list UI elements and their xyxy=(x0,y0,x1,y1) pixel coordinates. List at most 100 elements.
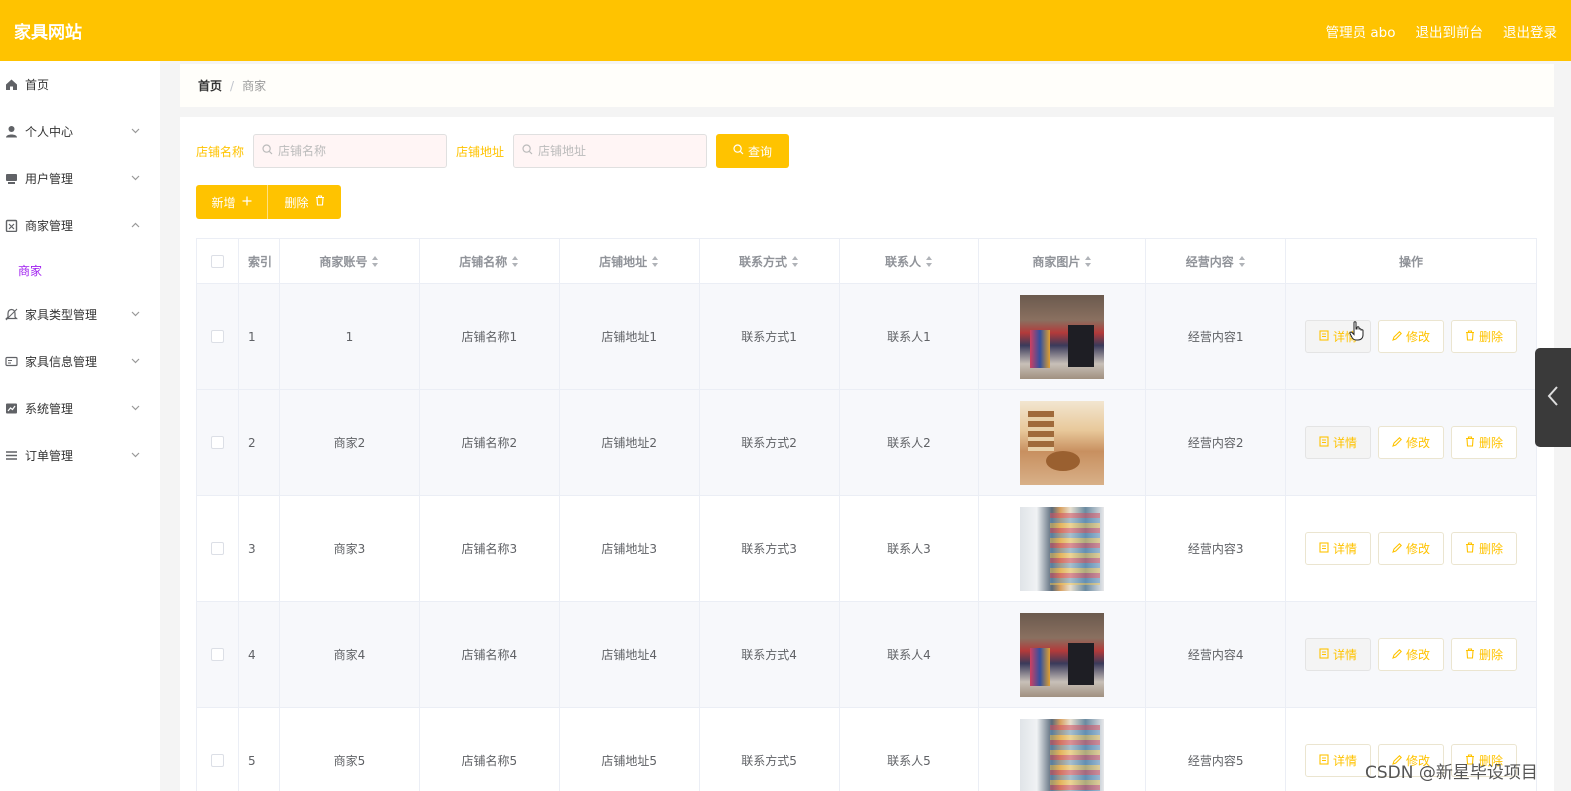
delete-button[interactable]: 删除 xyxy=(1451,638,1518,671)
add-button[interactable]: 新增 xyxy=(196,185,268,219)
merchant-image[interactable] xyxy=(1020,294,1105,379)
column-header[interactable]: 商家账号 xyxy=(280,239,420,283)
detail-button[interactable]: 详情 xyxy=(1305,532,1372,565)
delete-button-label: 删除 xyxy=(1479,542,1504,556)
cell-business: 经营内容2 xyxy=(1146,390,1287,495)
shop-name-field[interactable] xyxy=(253,134,448,168)
sidebar: 首页 个人中心 用户管理 商家管理 商家 家具类型管理 家具信息管理 系统管理 … xyxy=(0,61,160,791)
admin-user-label[interactable]: 管理员 abo xyxy=(1326,21,1396,41)
edit-button[interactable]: 修改 xyxy=(1378,426,1445,459)
sidebar-item-system[interactable]: 系统管理 xyxy=(0,385,160,432)
cell-index: 3 xyxy=(239,496,280,601)
bell-icon xyxy=(5,308,18,321)
row-checkbox[interactable] xyxy=(210,542,224,555)
cell-contact: 联系方式5 xyxy=(700,708,840,791)
delete-button[interactable]: 删除 xyxy=(1451,426,1518,459)
add-button-label: 新增 xyxy=(211,195,236,210)
edit-button[interactable]: 修改 xyxy=(1378,638,1445,671)
cell-person: 联系人1 xyxy=(840,284,980,389)
watermark-text: CSDN @新星毕设项目 xyxy=(1365,763,1538,783)
column-header-label: 店铺名称 xyxy=(459,254,508,269)
cell-image xyxy=(979,602,1147,707)
edit-button[interactable]: 修改 xyxy=(1378,532,1445,565)
document-icon xyxy=(1319,435,1329,450)
sort-icon[interactable] xyxy=(652,255,659,267)
detail-button[interactable]: 详情 xyxy=(1305,426,1372,459)
logout-link[interactable]: 退出登录 xyxy=(1503,21,1557,41)
cell-person: 联系人5 xyxy=(840,708,980,791)
sidebar-item-furniture-info[interactable]: 家具信息管理 xyxy=(0,338,160,385)
sort-icon[interactable] xyxy=(792,255,799,267)
column-header-label: 店铺地址 xyxy=(599,254,648,269)
merchant-image[interactable] xyxy=(1020,506,1105,591)
edit-button-label: 修改 xyxy=(1406,542,1431,556)
top-header: 家具网站 管理员 abo 退出到前台 退出登录 xyxy=(0,0,1571,61)
sort-icon[interactable] xyxy=(372,255,379,267)
column-header[interactable]: 商家图片 xyxy=(979,239,1147,283)
column-header[interactable]: 店铺地址 xyxy=(560,239,700,283)
breadcrumb-home[interactable]: 首页 xyxy=(198,77,222,94)
cell-index: 1 xyxy=(239,284,280,389)
delete-button[interactable]: 删除 xyxy=(1451,532,1518,565)
document-icon xyxy=(1319,647,1329,662)
sidebar-item-users[interactable]: 用户管理 xyxy=(0,155,160,202)
cell-person: 联系人4 xyxy=(840,602,980,707)
cell-account: 1 xyxy=(280,284,420,389)
side-panel-toggle[interactable] xyxy=(1535,348,1571,447)
column-header[interactable]: 经营内容 xyxy=(1146,239,1287,283)
users-icon xyxy=(5,172,18,185)
search-icon xyxy=(262,144,273,158)
sidebar-item-merchants[interactable]: 商家管理 xyxy=(0,202,160,249)
column-header[interactable]: 联系人 xyxy=(840,239,980,283)
sidebar-item-home[interactable]: 首页 xyxy=(0,61,160,108)
document-icon xyxy=(1319,329,1329,344)
row-checkbox[interactable] xyxy=(210,436,224,449)
row-checkbox-cell xyxy=(197,284,239,389)
delete-button-label: 删除 xyxy=(1479,648,1504,662)
shop-address-field[interactable] xyxy=(513,134,708,168)
query-button[interactable]: 查询 xyxy=(716,134,790,168)
shop-address-input[interactable] xyxy=(538,144,699,158)
trash-icon xyxy=(1465,647,1475,662)
merchant-image[interactable] xyxy=(1020,400,1105,485)
edit-button[interactable]: 修改 xyxy=(1378,320,1445,353)
merchant-image[interactable] xyxy=(1020,612,1105,697)
row-checkbox[interactable] xyxy=(210,754,224,767)
sort-icon[interactable] xyxy=(1085,255,1092,267)
pencil-icon xyxy=(1392,542,1403,556)
sidebar-subitem-merchant[interactable]: 商家 xyxy=(0,249,160,291)
sidebar-item-label: 订单管理 xyxy=(25,449,74,463)
column-header-label: 经营内容 xyxy=(1185,254,1234,269)
shop-name-input[interactable] xyxy=(278,144,439,158)
sidebar-item-furniture-types[interactable]: 家具类型管理 xyxy=(0,291,160,338)
detail-button[interactable]: 详情 xyxy=(1305,638,1372,671)
sort-icon[interactable] xyxy=(925,255,933,267)
sort-icon[interactable] xyxy=(1238,255,1246,267)
cell-contact: 联系方式3 xyxy=(700,496,840,601)
row-checkbox[interactable] xyxy=(210,648,224,661)
back-to-front-link[interactable]: 退出到前台 xyxy=(1416,21,1484,41)
select-all-checkbox[interactable] xyxy=(210,254,224,268)
edit-button-label: 修改 xyxy=(1406,436,1431,450)
chevron-down-icon xyxy=(131,173,141,184)
column-header-label: 商家账号 xyxy=(319,254,368,269)
document-icon xyxy=(1319,541,1329,556)
detail-button[interactable]: 详情 xyxy=(1305,744,1372,777)
row-checkbox[interactable] xyxy=(210,330,224,343)
query-button-label: 查询 xyxy=(748,144,773,159)
column-header[interactable]: 店铺名称 xyxy=(420,239,560,283)
header-links: 管理员 abo 退出到前台 退出登录 xyxy=(1326,21,1557,41)
sidebar-item-orders[interactable]: 订单管理 xyxy=(0,432,160,479)
document-icon xyxy=(1319,753,1329,768)
content-panel: 店铺名称 店铺地址 查询 新增 删除 xyxy=(180,117,1554,791)
batch-delete-button[interactable]: 删除 xyxy=(268,185,341,219)
site-brand[interactable]: 家具网站 xyxy=(14,18,82,43)
sidebar-item-profile[interactable]: 个人中心 xyxy=(0,108,160,155)
column-header-label: 操作 xyxy=(1399,254,1424,269)
column-header[interactable]: 联系方式 xyxy=(700,239,840,283)
sort-icon[interactable] xyxy=(512,255,519,267)
trash-icon xyxy=(1465,435,1475,450)
merchant-image[interactable] xyxy=(1020,718,1105,791)
cell-business: 经营内容5 xyxy=(1146,708,1287,791)
delete-button[interactable]: 删除 xyxy=(1451,320,1518,353)
